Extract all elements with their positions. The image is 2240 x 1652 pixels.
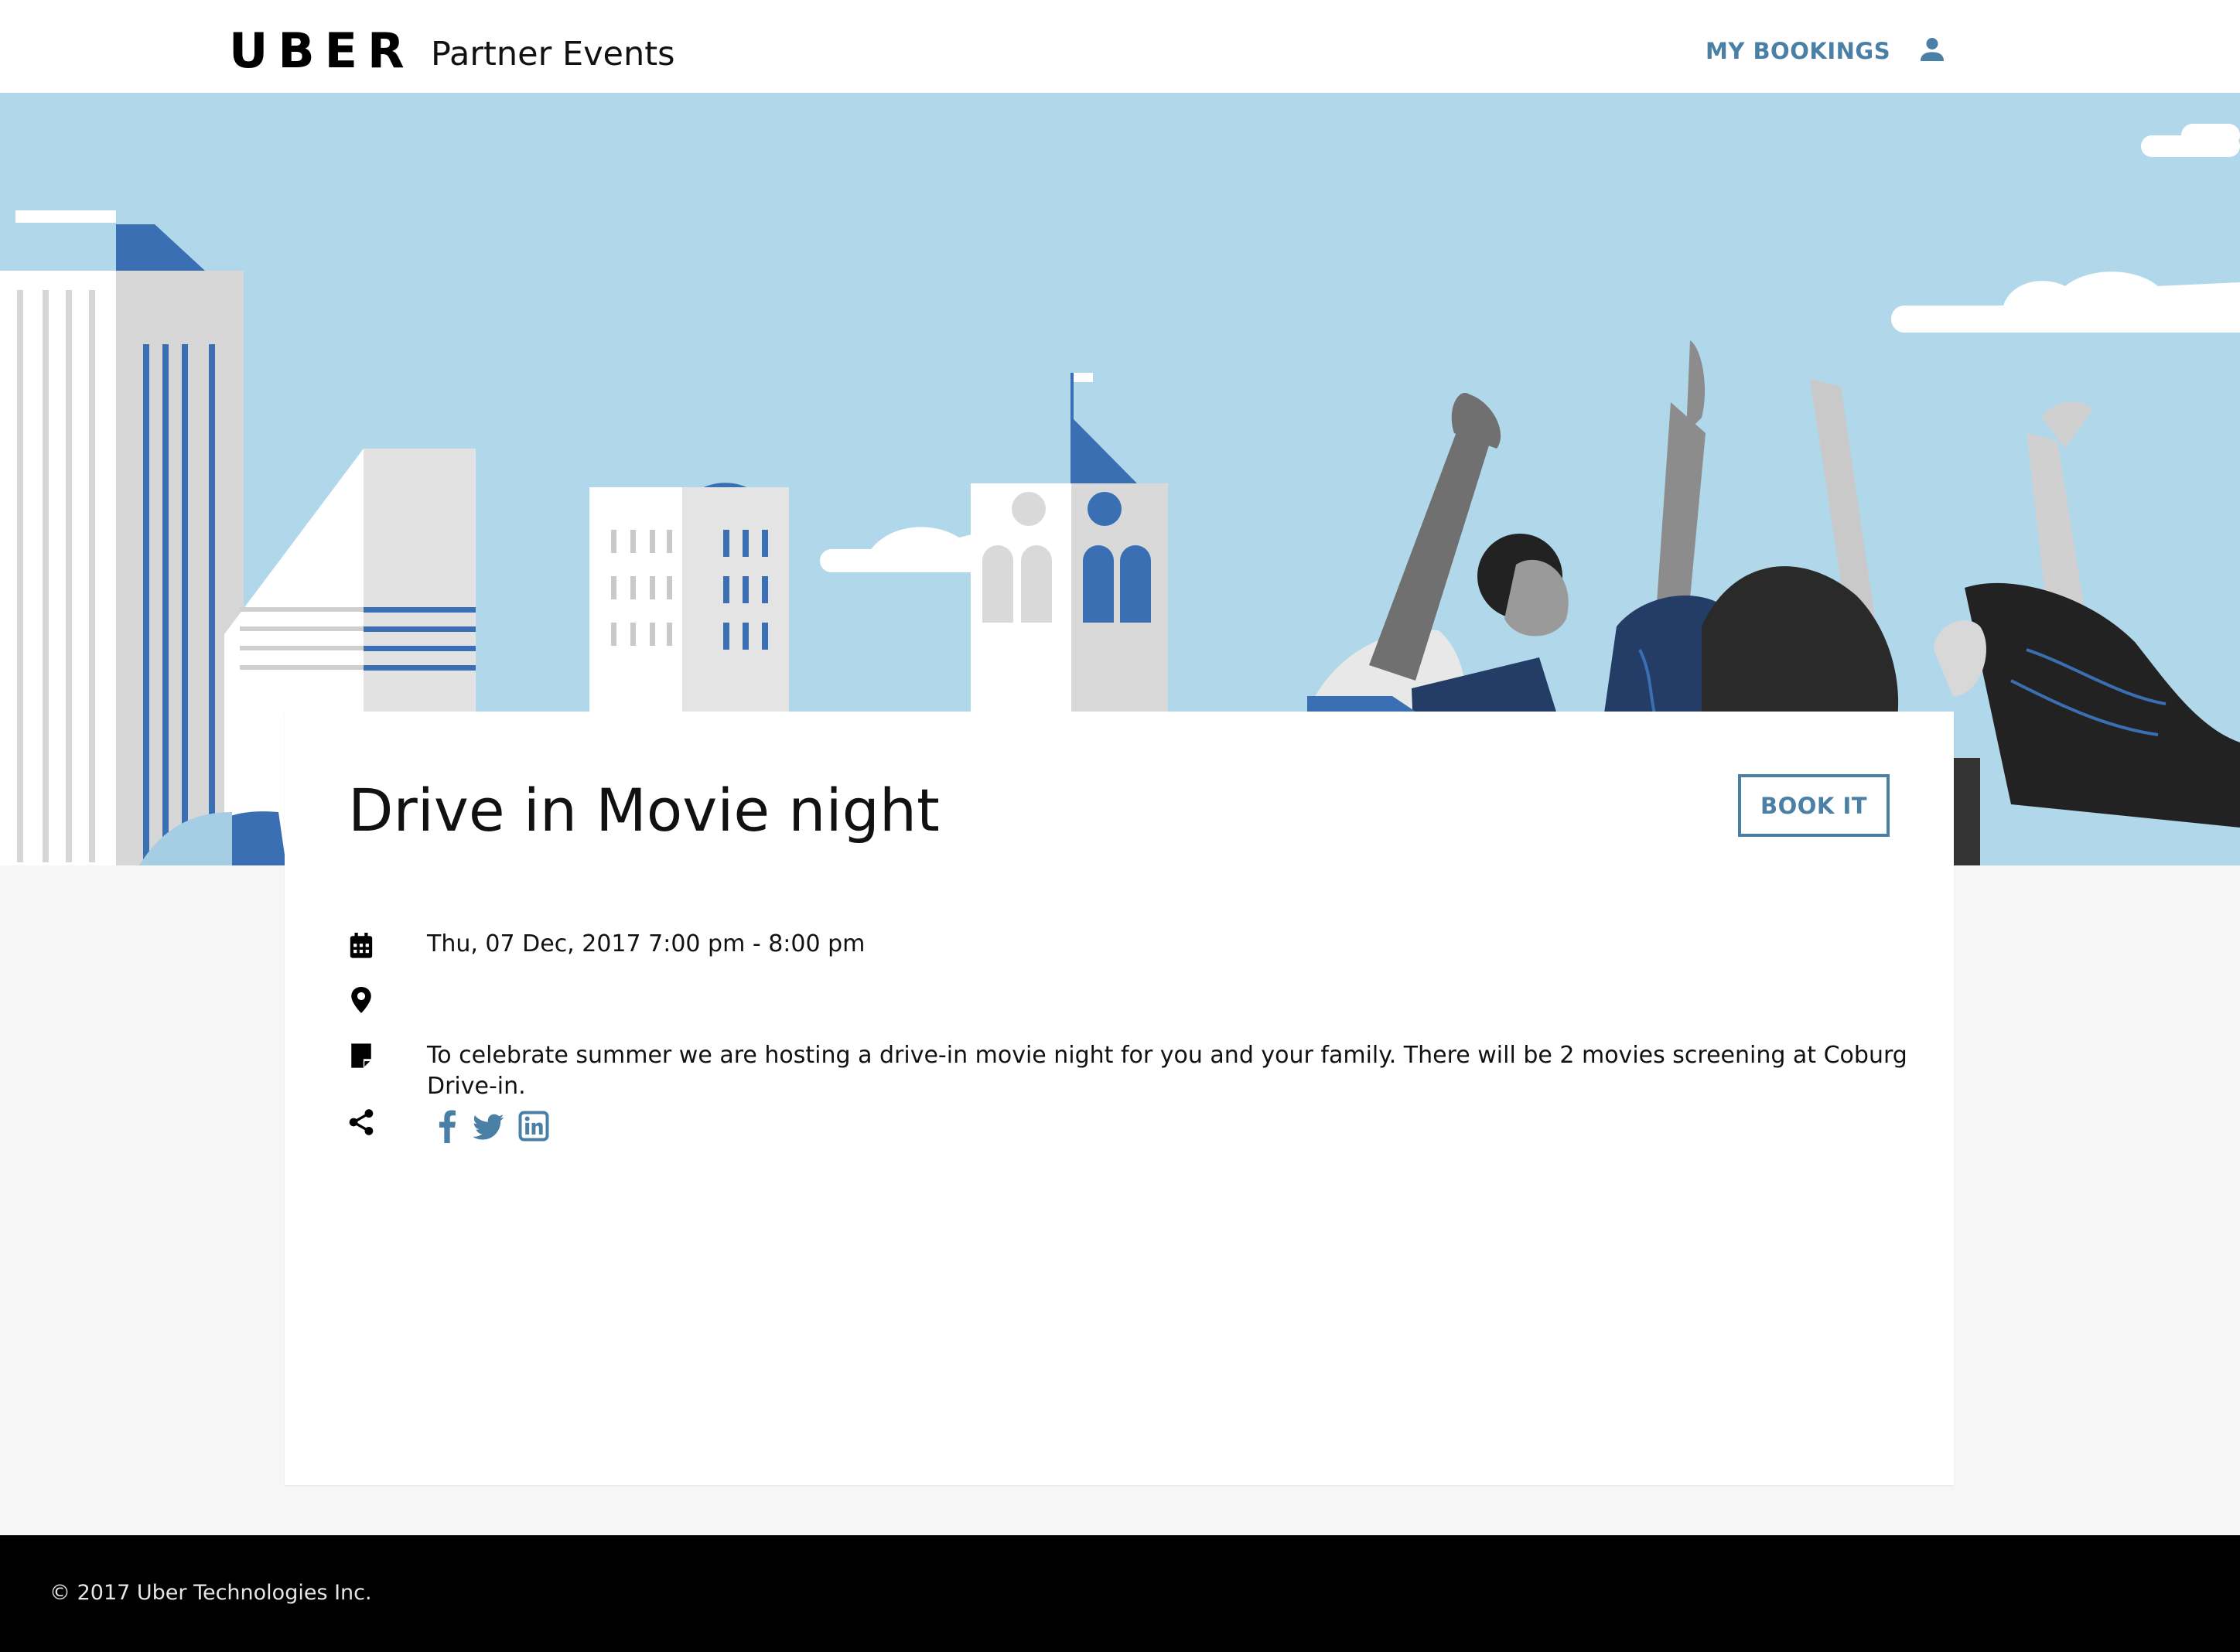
site-subtitle: Partner Events xyxy=(431,35,675,73)
note-icon xyxy=(351,1043,371,1068)
uber-logo[interactable]: UBER xyxy=(229,22,415,80)
event-datetime: Thu, 07 Dec, 2017 7:00 pm - 8:00 pm xyxy=(427,930,866,957)
event-description: To celebrate summer we are hosting a dri… xyxy=(427,1042,1907,1100)
facebook-icon[interactable] xyxy=(432,1109,463,1143)
event-title: Drive in Movie night xyxy=(348,776,940,845)
twitter-icon[interactable] xyxy=(473,1109,505,1143)
calendar-icon xyxy=(350,933,373,958)
linkedin-icon[interactable] xyxy=(518,1109,549,1143)
location-pin-icon xyxy=(351,987,371,1013)
page-footer: © 2017 Uber Technologies Inc. xyxy=(0,1535,2240,1652)
person-icon[interactable] xyxy=(1917,34,1948,65)
my-bookings-link[interactable]: MY BOOKINGS xyxy=(1706,36,1890,67)
copyright-text: © 2017 Uber Technologies Inc. xyxy=(50,1581,372,1605)
event-card: Drive in Movie night BOOK IT Thu, 07 Dec… xyxy=(285,712,1954,1485)
top-header: UBER Partner Events MY BOOKINGS xyxy=(0,0,2240,93)
share-icon xyxy=(349,1109,374,1135)
book-it-button[interactable]: BOOK IT xyxy=(1738,774,1890,837)
